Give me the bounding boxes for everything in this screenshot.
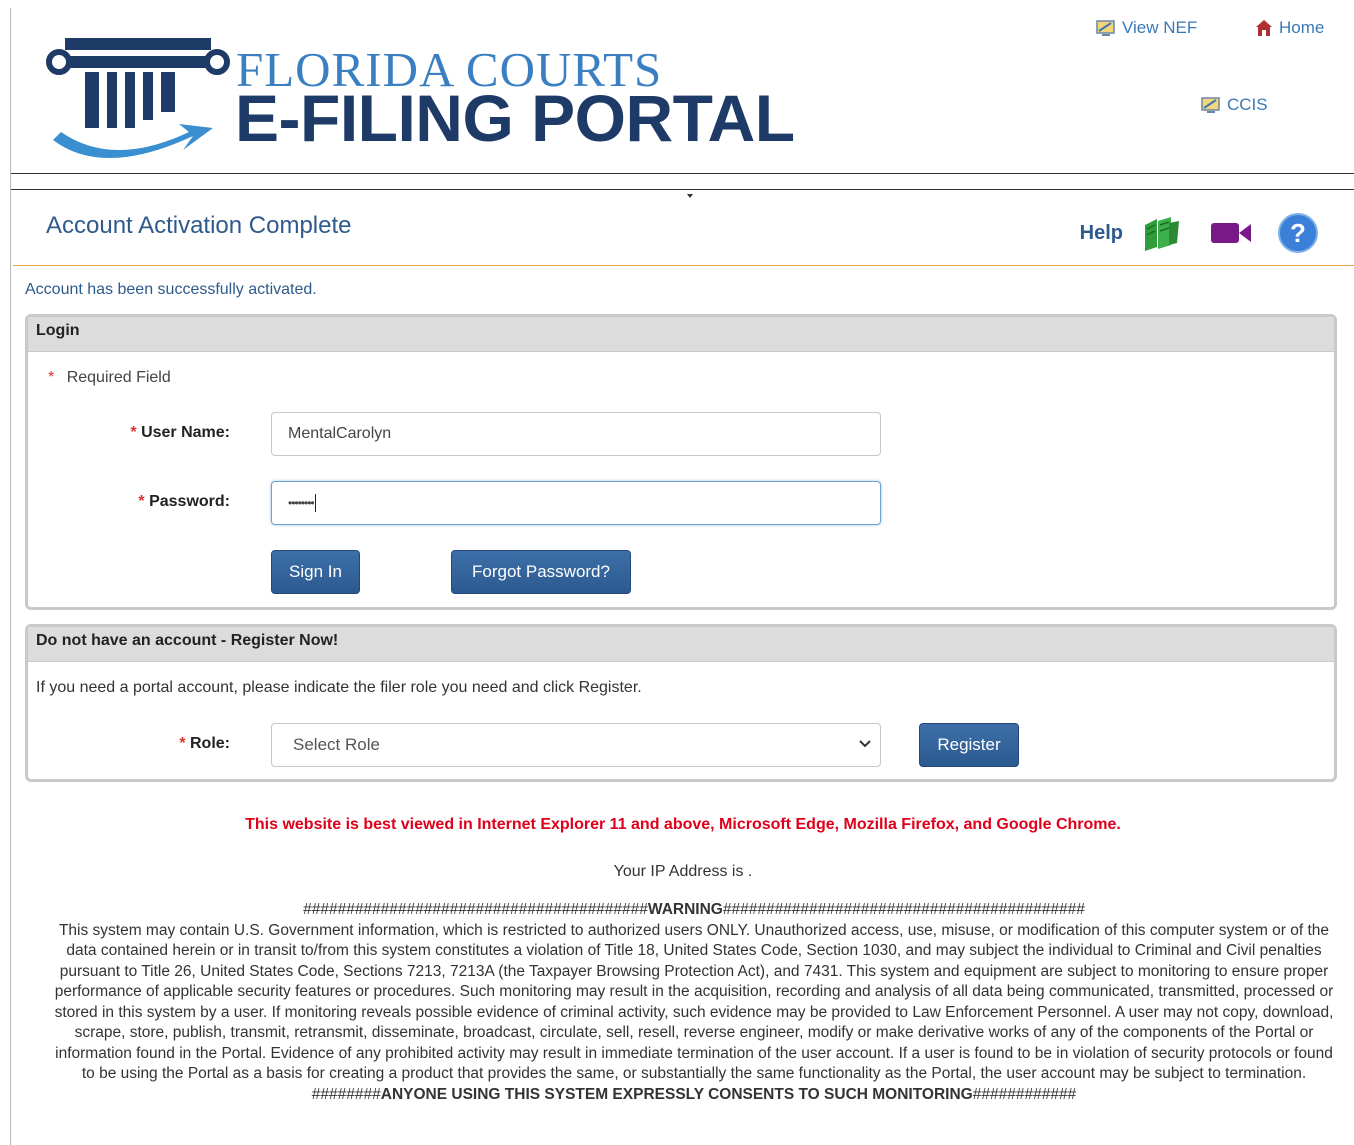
help-label: Help [1079, 221, 1123, 244]
view-nef-label: View NEF [1122, 18, 1198, 37]
role-select[interactable]: Select Role [271, 723, 881, 767]
username-input[interactable]: MentalCarolyn [271, 412, 881, 456]
warning-body: This system may contain U.S. Government … [54, 921, 1334, 1083]
courthouse-logo-icon [46, 38, 230, 159]
sign-in-button[interactable]: Sign In [271, 550, 360, 594]
help-toolbar: Help ? [1080, 212, 1319, 254]
register-panel-heading: Do not have an account - Register Now! [28, 627, 1334, 662]
site-header: FLORIDA COURTS E-FILING PORTAL View NEF … [11, 8, 1354, 174]
browser-recommendation: This website is best viewed in Internet … [245, 816, 1121, 833]
role-select-value: Select Role [293, 735, 380, 754]
monitor-icon [1201, 97, 1220, 113]
role-label: * Role: [179, 735, 230, 752]
divider-notch [687, 194, 693, 198]
login-panel-heading: Login [28, 317, 1334, 352]
help-books-icon[interactable] [1141, 213, 1181, 253]
username-label: * User Name: [130, 424, 230, 441]
required-field-note: * Required Field [48, 369, 171, 387]
monitor-icon [1096, 20, 1115, 36]
login-panel: Login * Required Field * User Name: Ment… [25, 314, 1337, 610]
home-icon [1256, 20, 1272, 36]
register-button[interactable]: Register [919, 723, 1019, 767]
register-panel: Do not have an account - Register Now! I… [25, 624, 1337, 782]
security-warning: ########################################… [51, 900, 1337, 1105]
video-camera-icon[interactable] [1209, 219, 1253, 247]
ccis-label: CCIS [1227, 95, 1268, 114]
title-rule [13, 265, 1354, 266]
chevron-down-icon [859, 740, 871, 748]
page-frame: FLORIDA COURTS E-FILING PORTAL View NEF … [10, 8, 1354, 1145]
ip-address-line: Your IP Address is . [613, 863, 753, 880]
required-asterisk: * [48, 369, 55, 386]
forgot-password-button[interactable]: Forgot Password? [451, 550, 631, 594]
username-value: MentalCarolyn [288, 425, 392, 442]
activation-status-message: Account has been successfully activated. [25, 281, 317, 298]
warning-footer: ########ANYONE USING THIS SYSTEM EXPRESS… [311, 1085, 1077, 1103]
home-label: Home [1279, 18, 1325, 37]
password-input[interactable]: •••••••• [271, 481, 881, 525]
svg-text:?: ? [1290, 218, 1306, 248]
warning-title: ########################################… [303, 901, 1085, 918]
text-caret [314, 493, 316, 512]
header-divider [11, 189, 1354, 190]
password-value: •••••••• [288, 496, 315, 510]
question-help-icon[interactable]: ? [1277, 212, 1319, 254]
view-nef-link[interactable]: View NEF [1096, 18, 1197, 38]
home-link[interactable]: Home [1255, 18, 1324, 38]
brand-title-line2: E-FILING PORTAL [235, 81, 795, 155]
register-instructions: If you need a portal account, please ind… [36, 679, 642, 696]
password-label: * Password: [138, 493, 230, 510]
ccis-link[interactable]: CCIS [1201, 95, 1268, 115]
required-field-text: Required Field [66, 369, 171, 386]
page-title: Account Activation Complete [46, 212, 352, 239]
